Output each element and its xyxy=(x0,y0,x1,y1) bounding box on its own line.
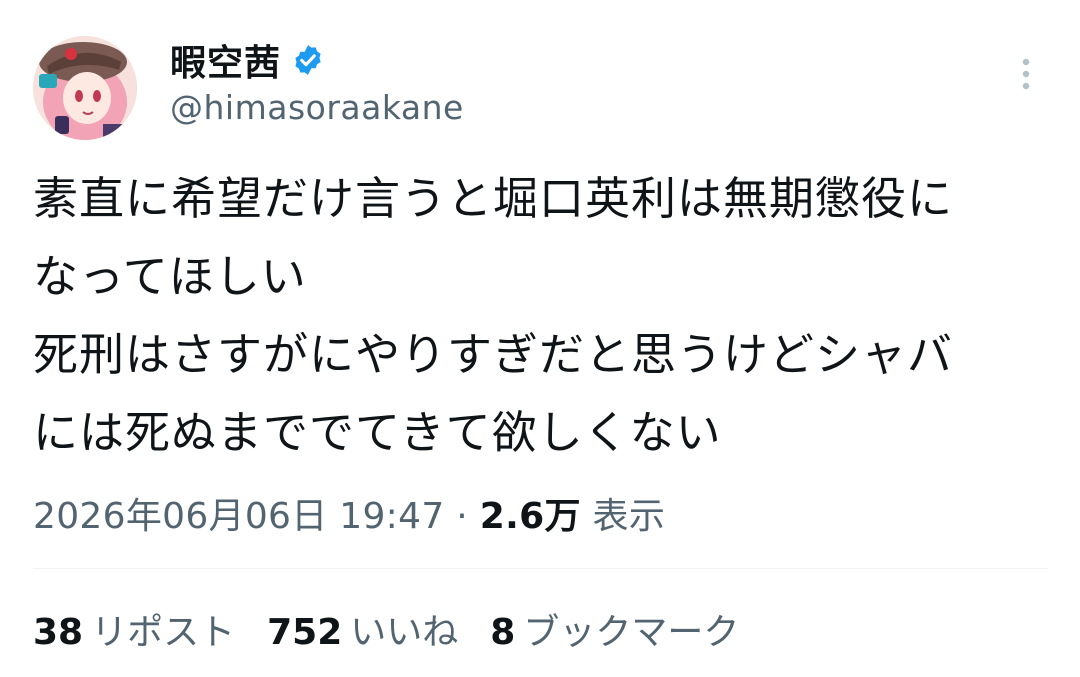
tweet-line: には死ぬまででてきて欲しくない xyxy=(33,406,722,459)
bookmarks-stat[interactable]: 8 ブックマーク xyxy=(490,603,739,655)
tweet-line: 死刑はさすがにやりすぎだと思うけどシャバ xyxy=(33,328,954,381)
engagement-stats: 38 リポスト 752 いいね 8 ブックマーク xyxy=(33,603,739,655)
tweet-line: なってほしい xyxy=(33,250,307,303)
views-label: 表示 xyxy=(592,496,666,537)
reposts-stat[interactable]: 38 リポスト xyxy=(33,603,235,655)
reposts-count: 38 xyxy=(33,612,84,653)
more-vertical-icon[interactable] xyxy=(1016,56,1036,96)
display-name[interactable]: 暇空茜 xyxy=(170,34,281,86)
likes-count: 752 xyxy=(267,612,343,653)
tweet-text: 素直に希望だけ言うと堀口英利は無期懲役に なってほしい 死刑はさすがにやりすぎだ… xyxy=(33,160,1048,472)
meta-separator: · xyxy=(456,496,469,537)
author-name-row[interactable]: 暇空茜 xyxy=(170,36,325,84)
reposts-label: リポスト xyxy=(91,612,236,653)
tweet-timestamp[interactable]: 2026年06月06日 19:47 xyxy=(33,496,445,537)
likes-stat[interactable]: 752 いいね xyxy=(267,603,458,655)
avatar[interactable] xyxy=(33,36,137,140)
avatar-image xyxy=(33,36,137,140)
views-count: 2.6万 xyxy=(479,496,581,537)
bookmarks-label: ブックマーク xyxy=(523,612,740,653)
tweet-line: 素直に希望だけ言うと堀口英利は無期懲役に xyxy=(33,172,954,225)
likes-label: いいね xyxy=(350,612,459,653)
tweet-meta: 2026年06月06日 19:47 · 2.6万 表示 xyxy=(33,487,665,539)
divider xyxy=(33,568,1048,569)
verified-badge-icon xyxy=(291,43,325,77)
bookmarks-count: 8 xyxy=(490,612,516,653)
author-handle[interactable]: @himasoraakane xyxy=(170,88,464,127)
